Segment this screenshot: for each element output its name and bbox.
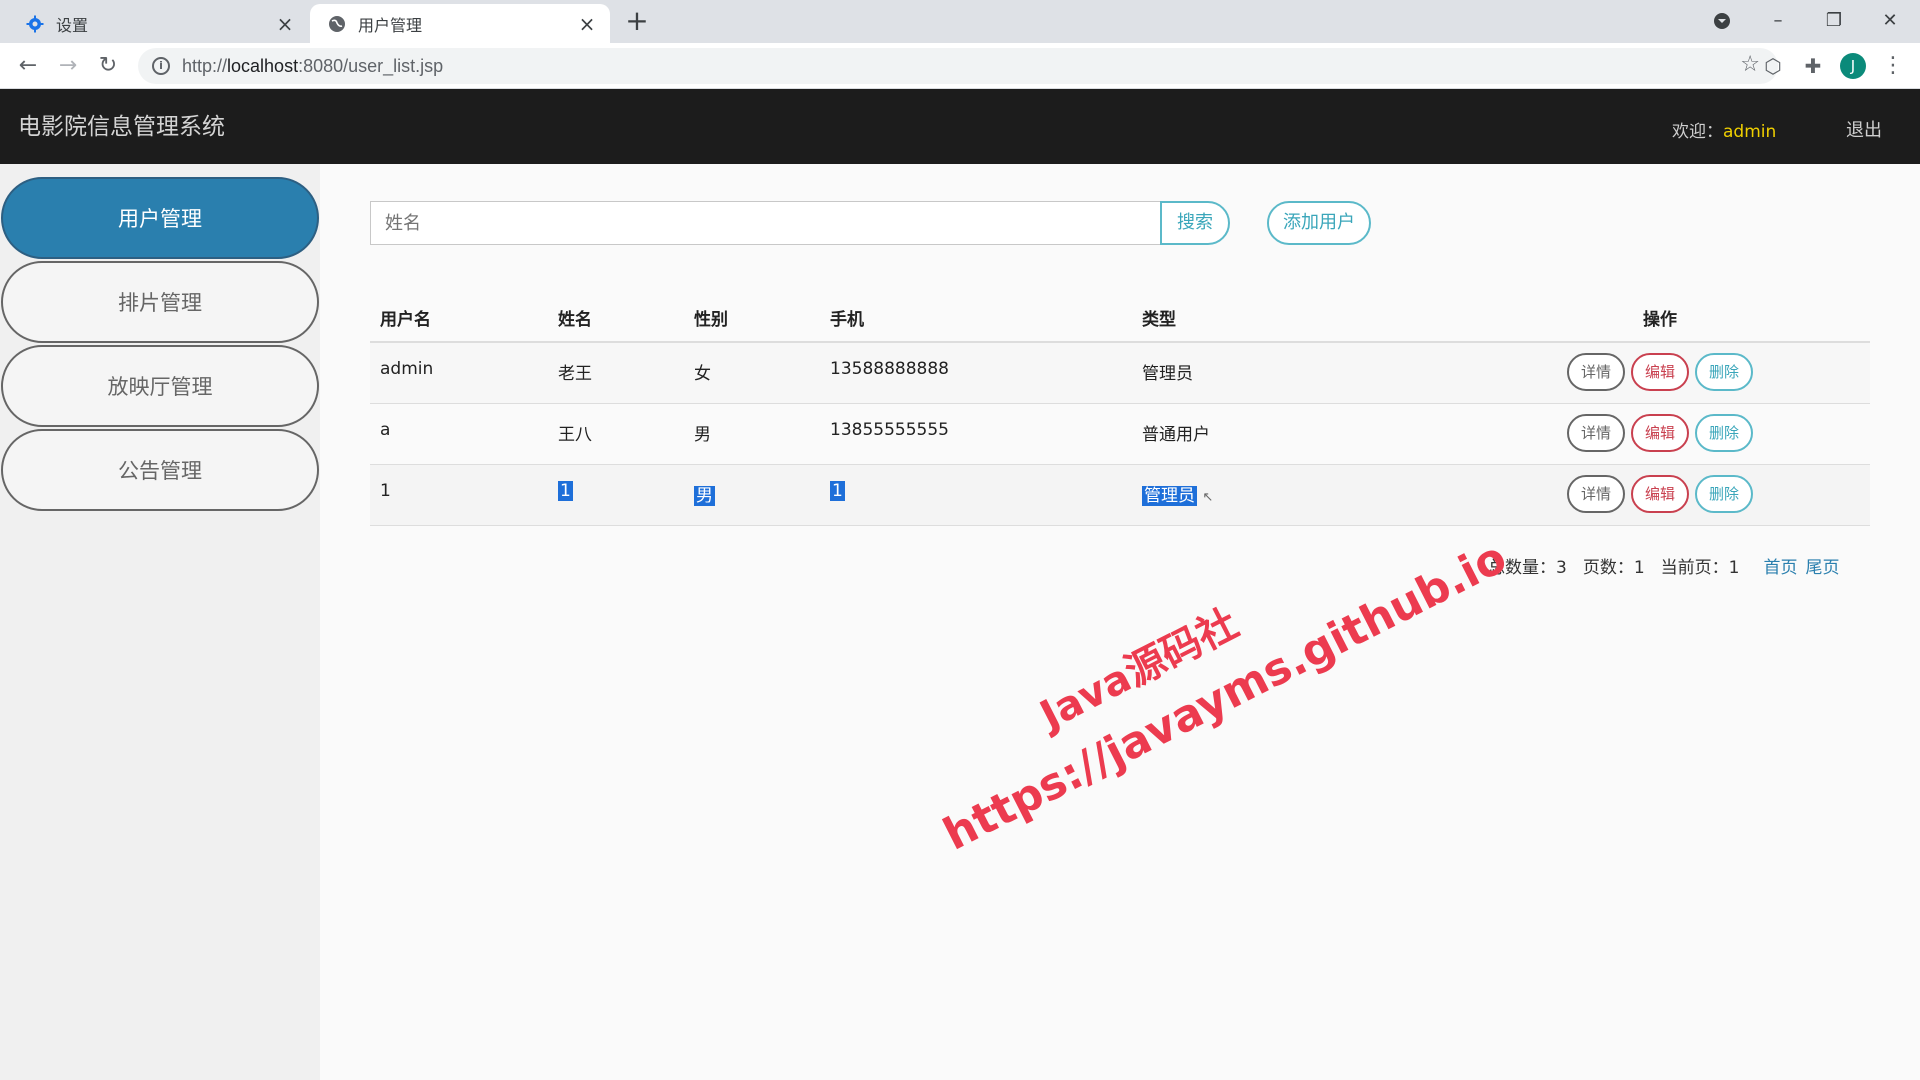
selected-text: 1: [558, 480, 573, 501]
cell-username: a: [370, 403, 548, 465]
cell-type: 管理员 ↖: [1132, 464, 1450, 526]
cell-gender: 女: [684, 342, 820, 404]
cell-username: admin: [370, 342, 548, 404]
mouse-cursor-icon: ↖: [1202, 489, 1214, 505]
welcome-label: 欢迎：: [1672, 122, 1723, 142]
minimize-icon[interactable]: –: [1758, 6, 1798, 36]
first-page-link[interactable]: 首页: [1763, 558, 1797, 578]
main-content: 搜索 添加用户 用户名 姓名 性别 手机 类型 操作 admin 老王 女 13…: [320, 164, 1920, 1080]
info-icon[interactable]: i: [152, 57, 170, 75]
cell-phone: 13588888888: [820, 342, 1132, 404]
selected-text: 男: [694, 485, 715, 506]
cell-phone: 13855555555: [820, 403, 1132, 465]
cell-phone: 1: [820, 464, 1132, 526]
column-header-name: 姓名: [548, 294, 684, 343]
cell-gender: 男: [684, 464, 820, 526]
column-header-actions: 操作: [1450, 294, 1870, 343]
back-icon[interactable]: ←: [12, 50, 44, 82]
browser-tab-bar: 设置 × 用户管理 × + – ❐ ✕: [0, 0, 1920, 43]
user-table: 用户名 姓名 性别 手机 类型 操作 admin 老王 女 1358888888…: [370, 294, 1870, 526]
name-search-input[interactable]: [370, 201, 1162, 245]
restore-icon[interactable]: ❐: [1814, 6, 1854, 36]
puzzle-icon[interactable]: ✚: [1800, 53, 1826, 79]
tab-settings[interactable]: 设置 ×: [8, 4, 308, 43]
table-row: a 王八 男 13855555555 普通用户 详情 编辑 删除: [370, 403, 1870, 465]
tab-title: 设置: [56, 15, 89, 35]
detail-button[interactable]: 详情: [1567, 353, 1625, 391]
window-close-icon[interactable]: ✕: [1870, 6, 1910, 36]
selected-text: 管理员: [1142, 485, 1197, 506]
browser-toolbar: ← → ↻ i http://localhost:8080/user_list.…: [0, 43, 1920, 89]
cell-name: 老王: [548, 342, 684, 404]
close-icon[interactable]: ×: [576, 13, 598, 35]
welcome-text: 欢迎：admin: [1672, 117, 1776, 142]
cell-gender: 男: [684, 403, 820, 465]
cell-type: 普通用户: [1132, 403, 1450, 465]
more-menu-icon[interactable]: ⋮: [1880, 53, 1906, 79]
column-header-type: 类型: [1132, 294, 1450, 343]
selected-text: 1: [830, 480, 845, 501]
edit-button[interactable]: 编辑: [1631, 474, 1689, 513]
cell-name: 王八: [548, 403, 684, 465]
url-text: http://localhost:8080/user_list.jsp: [182, 55, 444, 76]
sidebar-item-hall-management[interactable]: 放映厅管理: [1, 345, 319, 427]
app-title: 电影院信息管理系统: [18, 114, 225, 140]
extension-icon[interactable]: ⬡: [1760, 53, 1786, 79]
tab-search-icon[interactable]: [1702, 6, 1742, 36]
table-row: 1 1 男 1 管理员 ↖ 详情 编辑 删除: [370, 464, 1870, 526]
cell-actions: 详情 编辑 删除: [1450, 464, 1870, 526]
forward-icon[interactable]: →: [52, 50, 84, 82]
sidebar: 用户管理 排片管理 放映厅管理 公告管理: [0, 164, 320, 1080]
column-header-username: 用户名: [370, 294, 548, 343]
bookmark-star-icon[interactable]: ☆: [1740, 52, 1760, 77]
gear-icon: [26, 15, 44, 33]
app-header: 电影院信息管理系统 欢迎：admin 退出: [0, 89, 1920, 164]
close-icon[interactable]: ×: [274, 13, 296, 35]
cell-actions: 详情 编辑 删除: [1450, 403, 1870, 465]
cell-actions: 详情 编辑 删除: [1450, 342, 1870, 404]
cell-type: 管理员: [1132, 342, 1450, 404]
delete-button[interactable]: 删除: [1695, 413, 1753, 452]
sidebar-item-user-management[interactable]: 用户管理: [1, 177, 319, 259]
current-username: admin: [1723, 122, 1777, 142]
sidebar-item-notice-management[interactable]: 公告管理: [1, 429, 319, 511]
edit-button[interactable]: 编辑: [1631, 413, 1689, 452]
address-bar[interactable]: i http://localhost:8080/user_list.jsp ☆: [138, 48, 1778, 84]
page-count: 页数：1: [1582, 558, 1645, 578]
column-header-gender: 性别: [684, 294, 820, 343]
total-count: 总数量：3: [1488, 558, 1567, 578]
globe-icon: [328, 15, 346, 33]
delete-button[interactable]: 删除: [1695, 474, 1753, 513]
profile-avatar[interactable]: J: [1840, 53, 1866, 79]
column-header-phone: 手机: [820, 294, 1132, 343]
pagination: 总数量：3 页数：1 当前页：1 首页 尾页: [1488, 553, 1839, 578]
tab-user-management[interactable]: 用户管理 ×: [310, 4, 610, 43]
reload-icon[interactable]: ↻: [92, 50, 124, 82]
logout-link[interactable]: 退出: [1846, 116, 1882, 142]
current-page: 当前页：1: [1660, 558, 1740, 578]
edit-button[interactable]: 编辑: [1631, 353, 1689, 391]
table-header-row: 用户名 姓名 性别 手机 类型 操作: [370, 294, 1870, 343]
delete-button[interactable]: 删除: [1695, 353, 1753, 391]
detail-button[interactable]: 详情: [1567, 474, 1625, 513]
last-page-link[interactable]: 尾页: [1805, 558, 1839, 578]
sidebar-item-schedule-management[interactable]: 排片管理: [1, 261, 319, 343]
new-tab-button[interactable]: +: [624, 7, 650, 35]
cell-name: 1: [548, 464, 684, 526]
cell-username: 1: [370, 464, 548, 526]
detail-button[interactable]: 详情: [1567, 413, 1625, 452]
add-user-button[interactable]: 添加用户: [1267, 201, 1371, 245]
search-button[interactable]: 搜索: [1160, 201, 1230, 245]
table-row: admin 老王 女 13588888888 管理员 详情 编辑 删除: [370, 342, 1870, 404]
tab-title: 用户管理: [358, 15, 423, 35]
